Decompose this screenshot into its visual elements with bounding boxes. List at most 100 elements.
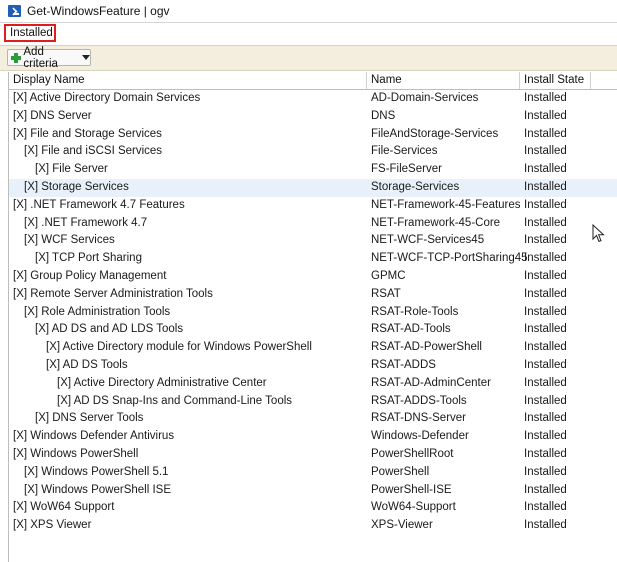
table-body: [X] Active Directory Domain Services AD-D… [9,90,617,535]
table-row[interactable]: [X] Windows PowerShell PowerShellRoot Inst… [9,446,617,464]
column-header-name[interactable]: Name [367,72,520,89]
table-row[interactable]: [X] .NET Framework 4.7 NET-Framework-45-C… [9,215,617,233]
table-row[interactable]: [X] WCF Services NET-WCF-Services45 Instal… [9,232,617,250]
cell-name: RSAT-AD-PowerShell [371,341,482,354]
title-bar: Get-WindowsFeature | ogv [0,0,617,22]
cell-name: RSAT-DNS-Server [371,412,466,425]
cell-install-state: Installed [524,198,567,211]
table-row[interactable]: [X] DNS Server DNS Installed [9,108,617,126]
table-row[interactable]: [X] Windows PowerShell 5.1 PowerShell Inst… [9,464,617,482]
cell-name: NET-Framework-45-Features [371,198,521,211]
cell-install-state: Installed [524,412,567,425]
cell-name: Storage-Services [371,180,460,193]
table-row[interactable]: [X] AD DS and AD LDS Tools RSAT-AD-Tools I… [9,321,617,339]
cell-name: RSAT-AD-AdminCenter [371,376,491,389]
table-row[interactable]: [X] File and Storage Services FileAndStor… [9,126,617,144]
table-row[interactable]: [X] Remote Server Administration Tools RS… [9,286,617,304]
cell-install-state: Installed [524,483,567,496]
filter-bar [0,22,617,45]
cell-display-name: [X] AD DS Snap-Ins and Command-Line Tool… [57,394,293,407]
cell-display-name: [X] AD DS Tools [46,358,128,371]
cell-name: PowerShellRoot [371,447,454,460]
cell-display-name: [X] WCF Services [24,234,115,247]
criteria-bar: Add criteria [0,45,617,71]
cell-name: FileAndStorage-Services [371,127,499,140]
table-row[interactable]: [X] XPS Viewer XPS-Viewer Installed [9,517,617,535]
cell-display-name: [X] Active Directory Domain Services [13,92,201,104]
table-row[interactable]: [X] Windows Defender Antivirus Windows-De… [9,428,617,446]
cell-name: RSAT [371,287,401,300]
cell-install-state: Installed [524,394,567,407]
filter-input[interactable] [4,24,56,42]
cell-install-state: Installed [524,92,567,104]
powershell-icon [8,5,21,17]
table-row[interactable]: [X] Storage Services Storage-Services Inst… [9,178,617,197]
table-row[interactable]: [X] File and iSCSI Services File-Services… [9,143,617,161]
cell-display-name: [X] DNS Server Tools [35,412,144,425]
cell-install-state: Installed [524,180,567,193]
cell-display-name: [X] .NET Framework 4.7 [24,216,148,229]
cell-name: NET-WCF-Services45 [371,234,485,247]
cell-name: NET-WCF-TCP-PortSharing45 [371,252,528,265]
mouse-cursor-icon [592,224,605,243]
cell-install-state: Installed [524,269,567,282]
table-row[interactable]: [X] Active Directory module for Windows … [9,339,617,357]
table-row[interactable]: [X] TCP Port Sharing NET-WCF-TCP-PortShar… [9,250,617,268]
table-row[interactable]: [X] Active Directory Administrative Cent… [9,375,617,393]
cell-display-name: [X] File and Storage Services [13,127,162,140]
table-row[interactable]: [X] File Server FS-FileServer Installed [9,161,617,179]
window-title: Get-WindowsFeature | ogv [27,4,170,18]
cell-install-state: Installed [524,430,567,443]
cell-install-state: Installed [524,465,567,478]
cell-display-name: [X] .NET Framework 4.7 Features [13,198,185,211]
cell-name: FS-FileServer [371,163,442,176]
cell-display-name: [X] AD DS and AD LDS Tools [35,323,184,336]
cell-name: GPMC [371,269,406,282]
cell-display-name: [X] Remote Server Administration Tools [13,287,213,300]
cell-display-name: [X] Active Directory module for Windows … [46,341,312,354]
cell-display-name: [X] Windows PowerShell [13,447,139,460]
table-row[interactable]: [X] DNS Server Tools RSAT-DNS-Server Insta… [9,410,617,428]
column-header-display-name[interactable]: Display Name [9,72,367,89]
cell-display-name: [X] File Server [35,163,108,176]
cell-install-state: Installed [524,358,567,371]
add-criteria-button[interactable]: Add criteria [7,46,91,70]
cell-name: AD-Domain-Services [371,92,479,104]
cell-install-state: Installed [524,252,567,265]
cell-display-name: [X] Windows PowerShell 5.1 [24,465,169,478]
table-row[interactable]: [X] Windows PowerShell ISE PowerShell-ISE… [9,482,617,500]
cell-name: XPS-Viewer [371,519,433,532]
cell-name: RSAT-AD-Tools [371,323,451,336]
cell-install-state: Installed [524,145,567,158]
table-row[interactable]: [X] AD DS Snap-Ins and Command-Line Tool… [9,393,617,411]
cell-display-name: [X] Windows PowerShell ISE [24,483,172,496]
results-grid: Display Name Name Install State [X] Acti… [8,72,617,562]
column-header-install-state[interactable]: Install State [520,72,591,89]
cell-install-state: Installed [524,323,567,336]
add-criteria-label: Add criteria [23,45,58,70]
cell-install-state: Installed [524,127,567,140]
cell-install-state: Installed [524,447,567,460]
cell-install-state: Installed [524,341,567,354]
cell-install-state: Installed [524,287,567,300]
table-row[interactable]: [X] .NET Framework 4.7 Features NET-Frame… [9,197,617,215]
cell-display-name: [X] Group Policy Management [13,269,167,282]
table-row[interactable]: [X] WoW64 Support WoW64-Support Installed [9,499,617,517]
cell-name: RSAT-Role-Tools [371,305,459,318]
table-row[interactable]: [X] Role Administration Tools RSAT-Role-T… [9,304,617,322]
cell-display-name: [X] XPS Viewer [13,519,92,532]
table-row[interactable]: [X] AD DS Tools RSAT-ADDS Installed [9,357,617,375]
table-row[interactable]: [X] Active Directory Domain Services AD-D… [9,90,617,108]
cell-install-state: Installed [524,234,567,247]
cell-display-name: [X] Windows Defender Antivirus [13,430,175,443]
cell-name: Windows-Defender [371,430,469,443]
cell-name: WoW64-Support [371,501,456,514]
cell-display-name: [X] Active Directory Administrative Cent… [57,376,267,389]
cell-display-name: [X] WoW64 Support [13,501,115,514]
cell-name: RSAT-ADDS-Tools [371,394,467,407]
cell-display-name: [X] File and iSCSI Services [24,145,163,158]
column-header-row: Display Name Name Install State [9,72,617,90]
table-row[interactable]: [X] Group Policy Management GPMC Installed [9,268,617,286]
cell-display-name: [X] TCP Port Sharing [35,252,142,265]
cell-name: File-Services [371,145,438,158]
